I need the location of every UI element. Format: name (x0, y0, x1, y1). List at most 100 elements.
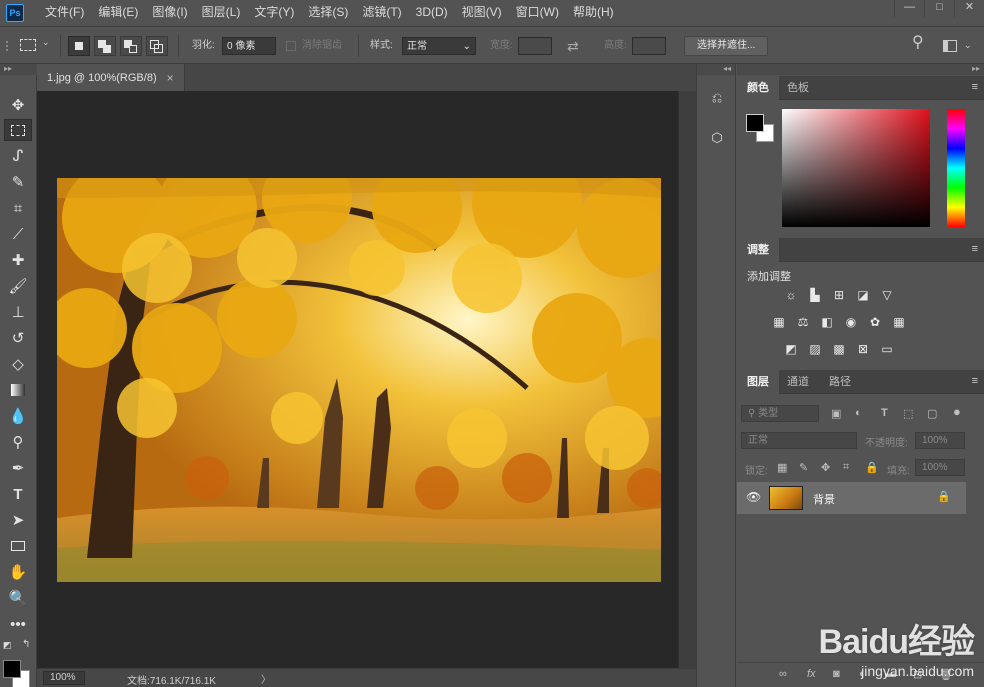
style-select[interactable]: 正常 ⌄ (402, 37, 476, 55)
properties-panel-icon[interactable]: ⬡ (704, 126, 730, 150)
select-and-mask-button[interactable]: 选择并遮住... (684, 36, 769, 56)
filter-shape-icon[interactable]: ⬚ (903, 407, 913, 420)
more-tools-icon[interactable]: ••• (4, 613, 32, 635)
filter-adjustment-icon[interactable]: ◐ (855, 407, 862, 419)
opacity-input[interactable]: 100% (915, 432, 965, 449)
menu-filter[interactable]: 滤镜(T) (355, 0, 408, 25)
lasso-tool-icon[interactable]: ᔑ (4, 145, 32, 167)
zoom-input[interactable]: 100% (43, 671, 85, 685)
close-icon[interactable]: × (167, 71, 174, 85)
tab-paths[interactable]: 路径 (819, 370, 861, 394)
chevron-down-icon[interactable]: ⌄ (42, 37, 50, 48)
panel-menu-icon[interactable]: ≡ (972, 243, 978, 255)
eyedropper-tool-icon[interactable]: ⟋ (4, 223, 32, 245)
gradient-tool-icon[interactable] (4, 379, 32, 401)
brightness-contrast-icon[interactable]: ☼ (782, 287, 800, 303)
link-layers-icon[interactable]: ∞ (779, 668, 787, 680)
gradient-map-icon[interactable]: ▭ (878, 341, 896, 357)
menu-edit[interactable]: 编辑(E) (91, 0, 145, 25)
hue-saturation-icon[interactable]: ▦ (770, 314, 788, 330)
collapse-icon[interactable]: ◂◂ (697, 64, 735, 75)
lock-transparency-icon[interactable]: ▦ (777, 461, 787, 474)
blend-mode-select[interactable]: 正常 (741, 432, 857, 449)
layer-name[interactable]: 背景 (813, 491, 835, 507)
vertical-scrollbar[interactable] (678, 91, 696, 668)
panel-menu-icon[interactable]: ≡ (972, 81, 978, 93)
tab-swatches[interactable]: 色板 (777, 76, 819, 100)
dodge-tool-icon[interactable]: ⚲ (4, 431, 32, 453)
new-selection-button[interactable] (68, 36, 90, 56)
foreground-color-swatch[interactable] (3, 660, 21, 678)
expand-icon[interactable]: ▸▸ (737, 64, 984, 75)
feather-input[interactable]: 0 像素 (222, 37, 276, 55)
history-brush-tool-icon[interactable]: ↺ (4, 327, 32, 349)
height-input[interactable] (632, 37, 666, 55)
pen-tool-icon[interactable]: ✒ (4, 457, 32, 479)
lock-all-icon[interactable]: 🔒 (865, 461, 879, 474)
foreground-color-swatch[interactable] (746, 114, 764, 132)
rectangle-tool-icon[interactable] (4, 535, 32, 557)
hand-tool-icon[interactable]: ✋ (4, 561, 32, 583)
minimize-button[interactable]: — (894, 0, 924, 17)
marquee-tool-icon[interactable] (4, 119, 32, 141)
channel-mixer-icon[interactable]: ✿ (866, 314, 884, 330)
tab-adjustments[interactable]: 调整 (737, 238, 779, 262)
marquee-preset-icon[interactable] (20, 39, 36, 51)
exposure-icon[interactable]: ◪ (854, 287, 872, 303)
restore-button[interactable]: □ (924, 0, 954, 17)
menu-layer[interactable]: 图层(L) (195, 0, 248, 25)
intersect-selection-button[interactable] (146, 36, 168, 56)
filter-type-icon[interactable]: T (881, 407, 888, 419)
tab-channels[interactable]: 通道 (777, 370, 819, 394)
lock-pixels-icon[interactable]: ✎ (799, 461, 808, 474)
chevron-down-icon[interactable]: ⌄ (964, 36, 972, 54)
lock-position-icon[interactable]: ✥ (821, 461, 830, 474)
width-input[interactable] (518, 37, 552, 55)
selective-color-icon[interactable]: ⊠ (854, 341, 872, 357)
filter-smart-object-icon[interactable]: ▢ (927, 407, 937, 420)
default-colors-icon[interactable]: ◩ (3, 640, 12, 651)
tab-layers[interactable]: 图层 (737, 370, 779, 394)
swap-dimensions-icon[interactable]: ⇄ (567, 37, 579, 55)
quick-select-tool-icon[interactable]: ✎ (4, 171, 32, 193)
swap-colors-icon[interactable]: ↰ (22, 639, 30, 650)
panel-menu-icon[interactable]: ≡ (972, 375, 978, 387)
black-white-icon[interactable]: ◧ (818, 314, 836, 330)
collapse-icon[interactable]: ▸▸ (0, 64, 37, 75)
fill-input[interactable]: 100% (915, 459, 965, 476)
document-tab[interactable]: 1.jpg @ 100%(RGB/8) × (37, 64, 185, 91)
color-field[interactable] (782, 109, 930, 227)
menu-3d[interactable]: 3D(D) (409, 0, 455, 25)
crop-tool-icon[interactable]: ⌗ (4, 197, 32, 219)
healing-brush-tool-icon[interactable]: ✚ (4, 249, 32, 271)
menu-type[interactable]: 文字(Y) (247, 0, 301, 25)
workspace-icon[interactable] (943, 40, 957, 52)
photo-filter-icon[interactable]: ◉ (842, 314, 860, 330)
posterize-icon[interactable]: ▨ (806, 341, 824, 357)
lock-artboard-icon[interactable]: ⌗ (843, 461, 849, 474)
layer-row[interactable]: 👁 背景 🔒 (737, 482, 966, 514)
antialias-checkbox[interactable] (286, 41, 296, 51)
invert-icon[interactable]: ◩ (782, 341, 800, 357)
filter-pixel-icon[interactable]: ▣ (831, 407, 841, 420)
stamp-tool-icon[interactable]: ⊥ (4, 301, 32, 323)
menu-file[interactable]: 文件(F) (38, 0, 91, 25)
blur-tool-icon[interactable]: 💧 (4, 405, 32, 427)
layer-filter-select[interactable]: ⚲ 类型 (741, 405, 819, 422)
search-icon[interactable]: ⚲ (912, 34, 924, 52)
filter-toggle-icon[interactable]: ● (953, 404, 961, 419)
path-select-tool-icon[interactable]: ➤ (4, 509, 32, 531)
eraser-tool-icon[interactable]: ◇ (4, 353, 32, 375)
move-tool-icon[interactable]: ✥ (4, 94, 32, 116)
add-selection-button[interactable] (94, 36, 116, 56)
menu-view[interactable]: 视图(V) (455, 0, 509, 25)
menu-image[interactable]: 图像(I) (145, 0, 194, 25)
menu-window[interactable]: 窗口(W) (509, 0, 566, 25)
curves-icon[interactable]: ⊞ (830, 287, 848, 303)
close-button[interactable]: ✕ (954, 0, 984, 17)
status-menu-icon[interactable]: 〉 (261, 671, 271, 686)
vibrance-icon[interactable]: ▽ (878, 287, 896, 303)
subtract-selection-button[interactable] (120, 36, 142, 56)
tab-color[interactable]: 颜色 (737, 76, 779, 100)
zoom-tool-icon[interactable]: 🔍 (4, 587, 32, 609)
